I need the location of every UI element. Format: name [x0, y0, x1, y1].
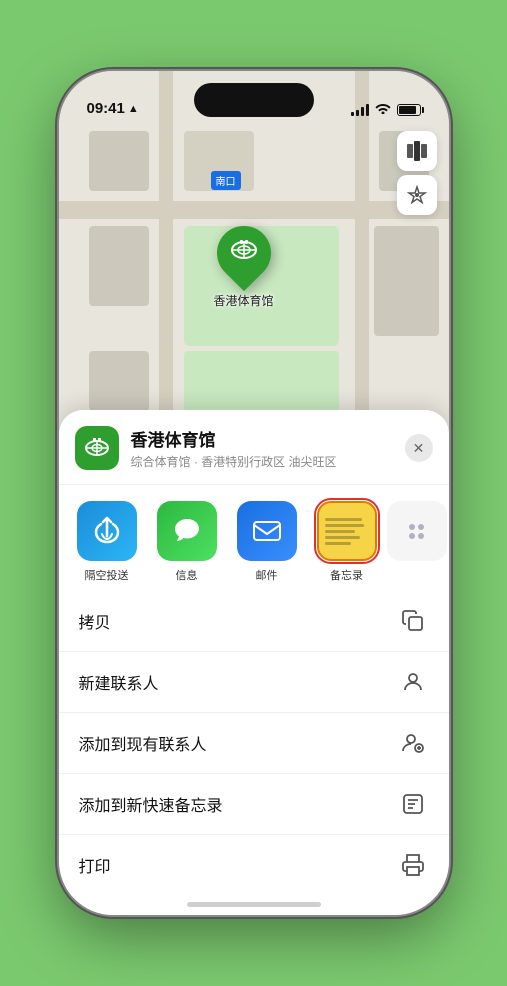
airdrop-label: 隔空投送: [85, 567, 129, 583]
mail-icon: [237, 501, 297, 561]
pin-bubble: [205, 215, 281, 291]
location-icon: ▲: [128, 103, 139, 115]
new-contact-action[interactable]: 新建联系人: [59, 652, 449, 713]
dynamic-island: [194, 83, 314, 117]
battery-fill: [399, 106, 416, 114]
print-label: 打印: [79, 853, 111, 877]
airdrop-icon: [77, 501, 137, 561]
bottom-sheet: 香港体育馆 综合体育馆 · 香港特别行政区 油尖旺区 ✕ 隔空投送: [59, 410, 449, 915]
print-action[interactable]: 打印: [59, 835, 449, 895]
signal-bar-1: [351, 112, 354, 116]
battery-icon: [397, 104, 421, 116]
venue-subtitle: 综合体育馆 · 香港特别行政区 油尖旺区: [131, 453, 393, 470]
map-block-7: [89, 351, 149, 411]
signal-bar-4: [366, 104, 369, 116]
messages-label: 信息: [176, 567, 198, 583]
mail-label: 邮件: [256, 567, 278, 583]
map-road-h: [59, 201, 449, 219]
stadium-pin[interactable]: 香港体育馆: [214, 226, 274, 309]
add-existing-action[interactable]: 添加到现有联系人: [59, 713, 449, 774]
map-label-text: 南口: [216, 177, 236, 188]
signal-bars: [351, 104, 369, 116]
more-icon: [387, 501, 447, 561]
add-existing-icon: [397, 727, 429, 759]
new-contact-icon: [397, 666, 429, 698]
notes-icon: [317, 501, 377, 561]
map-block-1: [89, 131, 149, 191]
status-icons: [351, 102, 421, 117]
share-notes[interactable]: 备忘录: [307, 501, 387, 583]
pin-label: 香港体育馆: [214, 292, 274, 309]
venue-icon: [75, 426, 119, 470]
copy-action[interactable]: 拷贝: [59, 591, 449, 652]
share-messages[interactable]: 信息: [147, 501, 227, 583]
print-icon: [397, 849, 429, 881]
map-block-4: [89, 226, 149, 306]
wifi-icon: [375, 102, 391, 117]
map-block-8: [184, 351, 339, 411]
add-existing-label: 添加到现有联系人: [79, 731, 207, 755]
add-notes-label: 添加到新快速备忘录: [79, 792, 223, 816]
add-notes-icon: [397, 788, 429, 820]
map-block-6: [374, 226, 439, 336]
add-notes-action[interactable]: 添加到新快速备忘录: [59, 774, 449, 835]
phone-frame: 09:41 ▲: [59, 71, 449, 915]
map-label: 南口: [211, 171, 241, 190]
share-airdrop[interactable]: 隔空投送: [67, 501, 147, 583]
map-controls: [397, 131, 437, 219]
messages-icon: [157, 501, 217, 561]
action-list: 拷贝 新建联系人: [59, 591, 449, 915]
map-type-button[interactable]: [397, 131, 437, 171]
pin-bubble-inner: [230, 236, 258, 270]
share-more[interactable]: [387, 501, 447, 583]
venue-name: 香港体育馆: [131, 426, 393, 451]
home-indicator: [187, 902, 321, 907]
status-time: 09:41 ▲: [87, 100, 139, 117]
close-button[interactable]: ✕: [405, 434, 433, 462]
share-row: 隔空投送 信息 邮件: [59, 485, 449, 591]
share-mail[interactable]: 邮件: [227, 501, 307, 583]
copy-icon: [397, 605, 429, 637]
signal-bar-2: [356, 110, 359, 116]
signal-bar-3: [361, 107, 364, 116]
notes-label: 备忘录: [330, 567, 363, 583]
venue-info: 香港体育馆 综合体育馆 · 香港特别行政区 油尖旺区: [131, 426, 393, 470]
location-button[interactable]: [397, 175, 437, 215]
venue-header: 香港体育馆 综合体育馆 · 香港特别行政区 油尖旺区 ✕: [59, 426, 449, 485]
clock: 09:41: [87, 100, 125, 117]
new-contact-label: 新建联系人: [79, 670, 159, 694]
copy-label: 拷贝: [79, 609, 111, 633]
